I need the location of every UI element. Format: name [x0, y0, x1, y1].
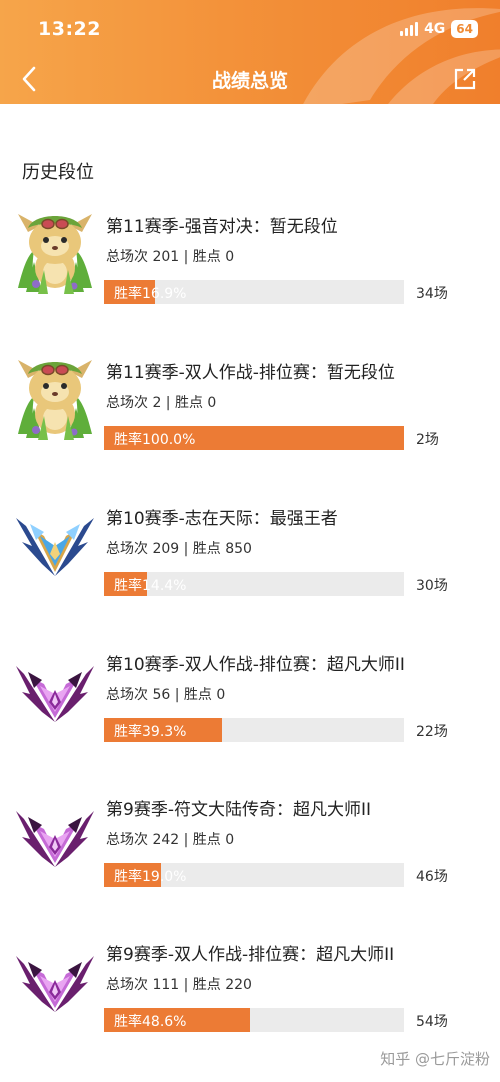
master-badge-icon — [14, 642, 96, 732]
app-header: 13:22 4G 64 战绩总览 — [0, 0, 500, 104]
win-rate-label: 胜率100.0% — [114, 432, 196, 448]
record-stats: 总场次 242 | 胜点 0 — [106, 832, 235, 848]
status-time: 13:22 — [38, 18, 101, 40]
record-title: 第10赛季-志在天际：最强王者 — [106, 509, 338, 529]
win-rate-bar: 胜率100.0% — [104, 426, 404, 450]
record-stats: 总场次 111 | 胜点 220 — [106, 977, 252, 993]
share-button[interactable] — [450, 64, 480, 94]
win-rate-bar: 胜率19.0% — [104, 863, 404, 887]
challenger-badge-icon — [14, 496, 96, 586]
record-title: 第11赛季-双人作战-排位赛：暂无段位 — [106, 363, 395, 383]
record-stats: 总场次 209 | 胜点 850 — [106, 541, 252, 557]
rank-record[interactable]: 第11赛季-双人作战-排位赛：暂无段位 总场次 2 | 胜点 0 胜率100.0… — [0, 358, 500, 498]
games-count: 54场 — [416, 1014, 448, 1030]
games-count: 30场 — [416, 578, 448, 594]
record-stats: 总场次 56 | 胜点 0 — [106, 687, 226, 703]
teemo-badge-icon — [14, 350, 96, 440]
master-badge-icon — [14, 787, 96, 877]
record-title: 第9赛季-符文大陆传奇：超凡大师II — [106, 800, 371, 820]
rank-record[interactable]: 第10赛季-双人作战-排位赛：超凡大师II 总场次 56 | 胜点 0 胜率39… — [0, 650, 500, 790]
record-title: 第9赛季-双人作战-排位赛：超凡大师II — [106, 945, 395, 965]
win-rate-label: 胜率39.3% — [114, 724, 187, 740]
teemo-badge-icon — [14, 204, 96, 294]
rank-record[interactable]: 第11赛季-强音对决：暂无段位 总场次 201 | 胜点 0 胜率16.9% 3… — [0, 212, 500, 352]
rank-record[interactable]: 第10赛季-志在天际：最强王者 总场次 209 | 胜点 850 胜率14.4%… — [0, 504, 500, 644]
games-count: 22场 — [416, 724, 448, 740]
page-title: 战绩总览 — [211, 70, 288, 92]
status-indicators: 4G 64 — [400, 20, 478, 38]
battery-icon: 64 — [451, 20, 478, 38]
rank-record[interactable]: 第9赛季-符文大陆传奇：超凡大师II 总场次 242 | 胜点 0 胜率19.0… — [0, 795, 500, 935]
win-rate-bar: 胜率48.6% — [104, 1008, 404, 1032]
watermark: 知乎 @七斤淀粉 — [380, 1050, 490, 1068]
win-rate-bar: 胜率16.9% — [104, 280, 404, 304]
record-title: 第11赛季-强音对决：暂无段位 — [106, 217, 338, 237]
record-title: 第10赛季-双人作战-排位赛：超凡大师II — [106, 655, 405, 675]
games-count: 2场 — [416, 432, 439, 448]
win-rate-label: 胜率16.9% — [114, 286, 187, 302]
network-type: 4G — [424, 21, 446, 37]
section-title: 历史段位 — [22, 162, 94, 183]
games-count: 46场 — [416, 869, 448, 885]
win-rate-label: 胜率14.4% — [114, 578, 187, 594]
games-count: 34场 — [416, 286, 448, 302]
record-stats: 总场次 201 | 胜点 0 — [106, 249, 235, 265]
win-rate-bar: 胜率14.4% — [104, 572, 404, 596]
win-rate-label: 胜率48.6% — [114, 1014, 187, 1030]
win-rate-bar: 胜率39.3% — [104, 718, 404, 742]
share-icon — [454, 68, 476, 90]
signal-icon — [400, 22, 419, 36]
record-stats: 总场次 2 | 胜点 0 — [106, 395, 217, 411]
win-rate-label: 胜率19.0% — [114, 869, 187, 885]
master-badge-icon — [14, 932, 96, 1022]
